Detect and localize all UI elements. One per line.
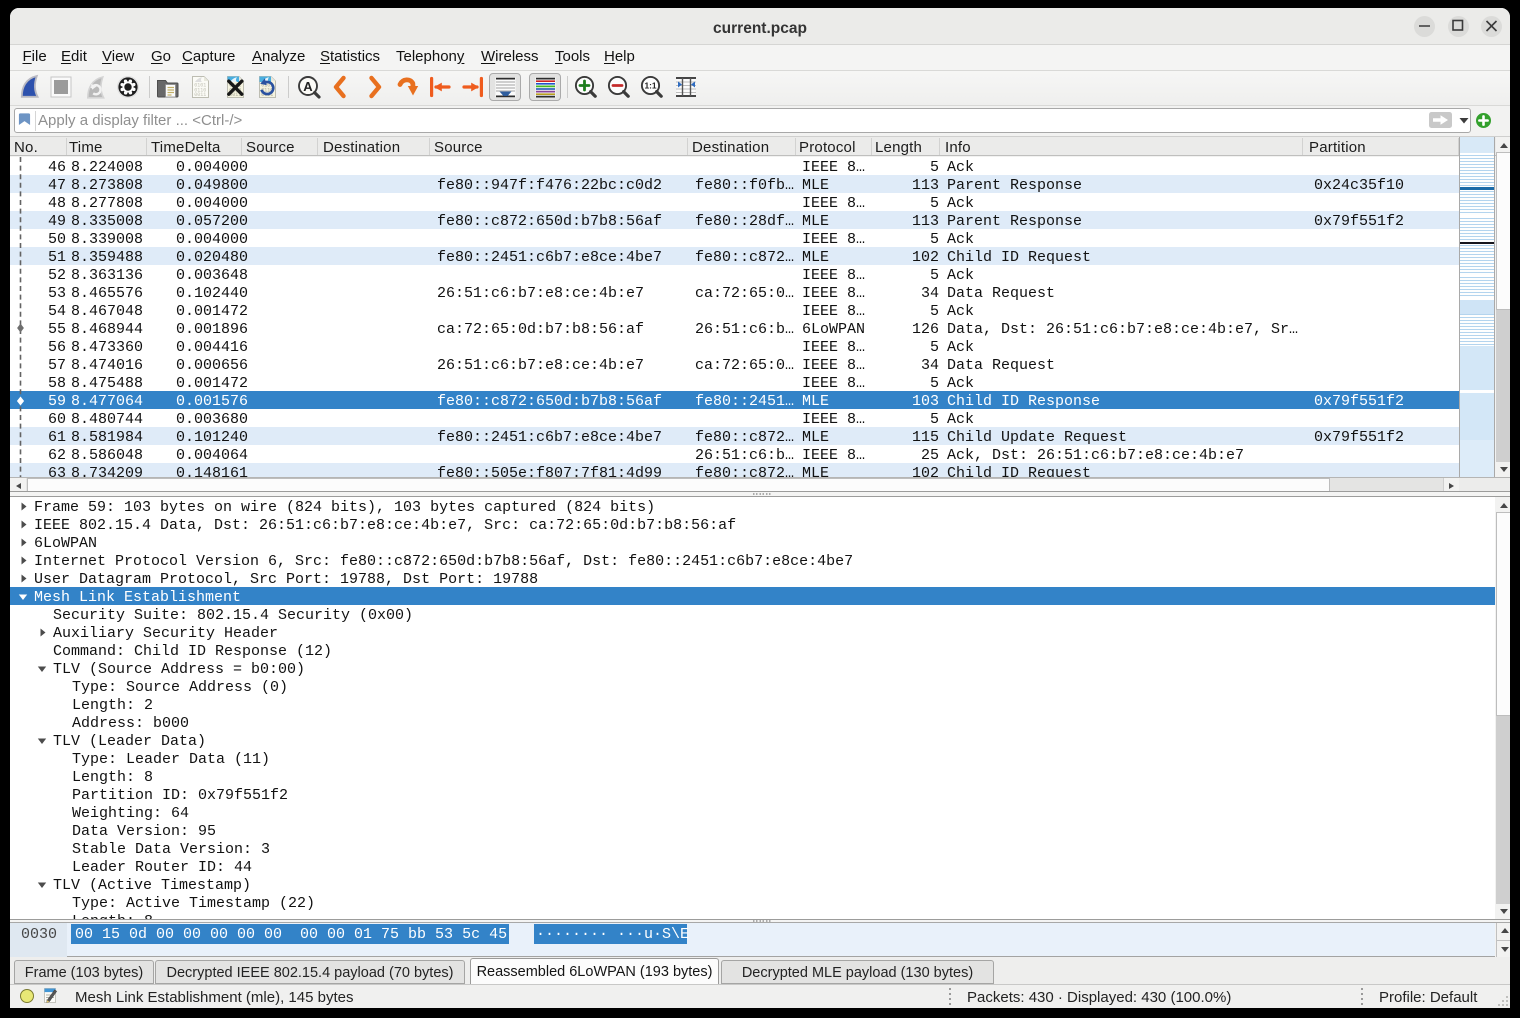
svg-text:A: A (303, 79, 313, 94)
svg-text:1:1: 1:1 (644, 81, 656, 91)
svg-text:0011: 0011 (194, 92, 206, 98)
